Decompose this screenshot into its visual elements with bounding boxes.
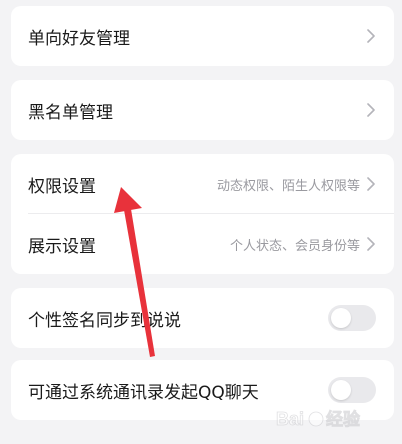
- one-way-friends-row[interactable]: 单向好友管理: [11, 6, 394, 66]
- settings-card-blacklist: 黑名单管理: [11, 80, 394, 140]
- blacklist-label: 黑名单管理: [28, 102, 113, 123]
- chevron-right-icon: [367, 29, 375, 43]
- signature-sync-label: 个性签名同步到说说: [28, 310, 181, 331]
- contacts-chat-label: 可通过系统通讯录发起QQ聊天: [28, 382, 259, 403]
- baidu-watermark-logo: Bai 经验: [276, 409, 361, 430]
- permissions-label: 权限设置: [28, 176, 96, 197]
- svg-text:Bai: Bai: [276, 409, 304, 429]
- chevron-right-icon: [367, 103, 375, 117]
- settings-card-one-way-friends: 单向好友管理: [11, 6, 394, 66]
- toggle-knob: [331, 380, 351, 400]
- permissions-row[interactable]: 权限设置 动态权限、陌生人权限等: [11, 154, 394, 214]
- one-way-friends-label: 单向好友管理: [28, 28, 130, 49]
- signature-sync-toggle[interactable]: [328, 305, 376, 331]
- display-row[interactable]: 展示设置 个人状态、会员身份等: [11, 214, 394, 274]
- permissions-detail: 动态权限、陌生人权限等: [216, 178, 360, 194]
- contacts-chat-toggle[interactable]: [328, 377, 376, 403]
- settings-card-privacy: 权限设置 动态权限、陌生人权限等 展示设置 个人状态、会员身份等: [11, 154, 394, 274]
- display-label: 展示设置: [28, 236, 96, 257]
- toggle-knob: [331, 308, 351, 328]
- chevron-right-icon: [367, 177, 375, 191]
- settings-card-signature-sync: 个性签名同步到说说: [11, 288, 394, 348]
- chevron-right-icon: [367, 237, 375, 251]
- blacklist-row[interactable]: 黑名单管理: [11, 80, 394, 140]
- display-detail: 个人状态、会员身份等: [229, 238, 360, 254]
- signature-sync-row: 个性签名同步到说说: [11, 288, 394, 348]
- svg-text:经验: 经验: [326, 409, 361, 429]
